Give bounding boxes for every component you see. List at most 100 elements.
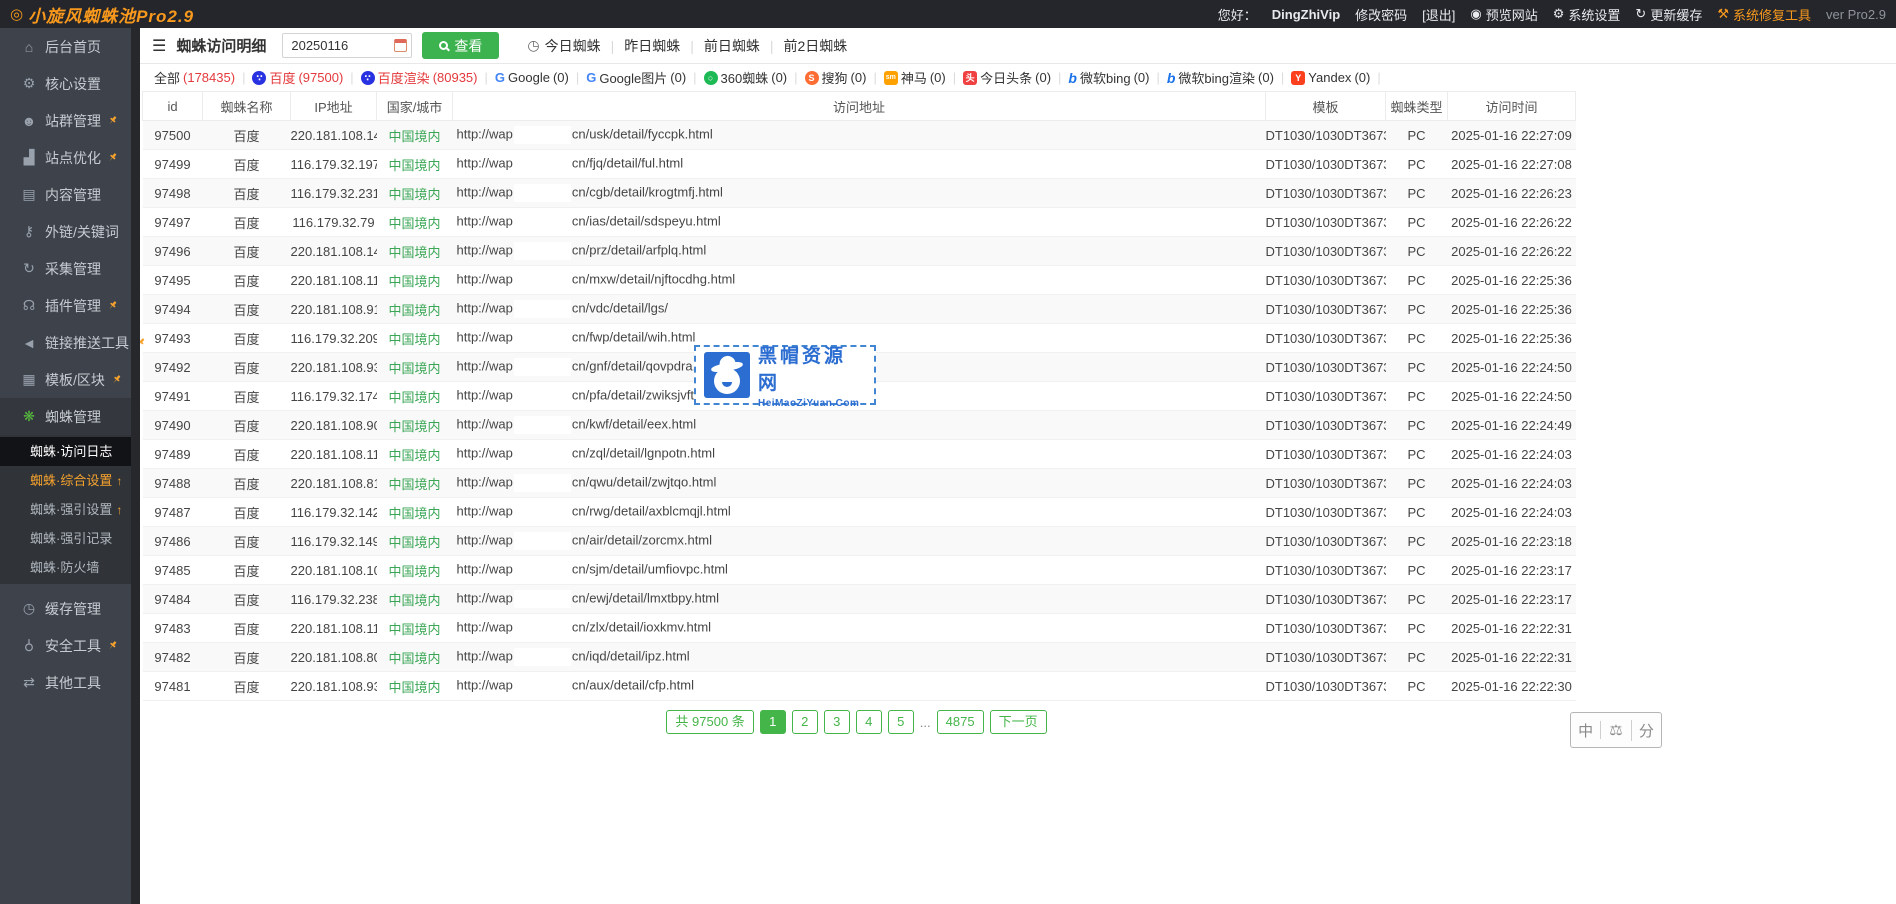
sidebar-item-cache-manage[interactable]: ◷缓存管理 (0, 590, 131, 627)
header-nav-系统修复工具[interactable]: ⚒系统修复工具 (1717, 5, 1811, 24)
filter-label: 微软bing (1080, 68, 1131, 87)
change-password-link[interactable]: 修改密码 (1355, 5, 1407, 24)
cell-template: DT1030/1030DT3673 (1266, 556, 1386, 585)
pagination-next-button[interactable]: 下一页 (990, 710, 1047, 734)
sidebar-item-plugin-manage[interactable]: ☊插件管理 (0, 287, 131, 324)
quick-link-label: 前2日蜘蛛 (784, 36, 848, 56)
cell-visit-time: 2025-01-16 22:23:17 (1448, 556, 1576, 585)
pagination-page-4[interactable]: 4 (856, 710, 882, 734)
sidebar-edge-strip (131, 28, 140, 904)
sidebar-item-security-tools[interactable]: ⚲安全工具 (0, 627, 131, 664)
bulb-icon: ⚲ (21, 637, 37, 654)
cell-id: 97481 (143, 672, 203, 701)
cell-visit-time: 2025-01-16 22:23:17 (1448, 585, 1576, 614)
cell-region: 中国境内 (377, 469, 453, 498)
sidebar-item-other-tools[interactable]: ⇄其他工具 (0, 664, 131, 701)
cell-spider-name: 百度 (203, 121, 291, 150)
separator: | (1281, 70, 1284, 85)
sidebar-item-label: 蜘蛛管理 (45, 407, 101, 427)
quick-link-前日蜘蛛[interactable]: 前日蜘蛛 (694, 36, 770, 56)
pagination-page-5[interactable]: 5 (888, 710, 914, 734)
cell-spider-type: PC (1386, 556, 1448, 585)
page-title: 蜘蛛访问明细 (176, 35, 266, 56)
cell-visit-url: http://wapcn/prz/detail/arfplq.html (453, 237, 1266, 266)
table-row: 97498百度116.179.32.231中国境内http://wapcn/cg… (143, 179, 1576, 208)
sidebar-item-site-group[interactable]: ☻站群管理 (0, 102, 131, 139)
header-nav-更新缓存[interactable]: ↻更新缓存 (1635, 5, 1702, 24)
view-button[interactable]: 查看 (422, 32, 499, 59)
sidebar-subitem-spider-force-settings[interactable]: 蜘蛛·强引设置↑ (0, 495, 131, 524)
sidebar-item-spider-manage[interactable]: ❋ 蜘蛛管理 (0, 398, 131, 435)
stamp-glyph: ⚖ (1600, 721, 1630, 739)
cell-spider-name: 百度 (203, 411, 291, 440)
sidebar-subitem-spider-force-records[interactable]: 蜘蛛·强引记录 (0, 524, 131, 553)
logout-link[interactable]: [退出] (1422, 5, 1455, 24)
cell-template: DT1030/1030DT3673 (1266, 469, 1386, 498)
sidebar-item-site-optimize[interactable]: ▟站点优化 (0, 139, 131, 176)
sidebar-item-dashboard[interactable]: ⌂后台首页 (0, 28, 131, 65)
filter-google[interactable]: GGoogle(0) (495, 70, 569, 85)
cell-spider-name: 百度 (203, 208, 291, 237)
sidebar-subitem-spider-visit-log[interactable]: 蜘蛛·访问日志 (0, 437, 131, 466)
sidebar-item-label: 模板/区块 (45, 370, 105, 390)
cell-id: 97486 (143, 527, 203, 556)
sidebar-item-label: 插件管理 (45, 296, 101, 316)
quick-link-今日蜘蛛[interactable]: ◷今日蜘蛛 (517, 36, 610, 56)
pagination-last-page[interactable]: 4875 (937, 710, 984, 734)
quick-link-前2日蜘蛛[interactable]: 前2日蜘蛛 (774, 36, 858, 56)
sidebar-item-backlink-keywords[interactable]: ⚷外链/关键词 (0, 213, 131, 250)
filter-360-spider[interactable]: ○360蜘蛛(0) (704, 68, 788, 87)
filter-bing[interactable]: b微软bing(0) (1068, 68, 1149, 87)
sidebar-item-link-push-tool[interactable]: ◄链接推送工具 (0, 324, 131, 361)
cell-ip: 220.181.108.93 (291, 672, 377, 701)
sidebar-item-content-manage[interactable]: ▤内容管理 (0, 176, 131, 213)
sidebar-subitem-spider-general-settings[interactable]: 蜘蛛·综合设置↑ (0, 466, 131, 495)
censored-domain (514, 242, 571, 260)
pagination-page-3[interactable]: 3 (824, 710, 850, 734)
date-input[interactable] (282, 33, 412, 58)
bar-chart-icon: ▟ (21, 149, 37, 166)
filter-toutiao[interactable]: 头今日头条(0) (963, 68, 1051, 87)
filter-sogou[interactable]: S搜狗(0) (805, 68, 867, 87)
cell-region: 中国境内 (377, 527, 453, 556)
pagination-page-2[interactable]: 2 (792, 710, 818, 734)
filter-baidu[interactable]: ∵百度(97500) (252, 68, 343, 87)
cell-ip: 220.181.108.80 (291, 643, 377, 672)
cell-spider-type: PC (1386, 324, 1448, 353)
stamp-glyph: 中 (1571, 720, 1600, 741)
cell-id: 97485 (143, 556, 203, 585)
filter-count: (0) (771, 70, 787, 85)
spider-icon: ❋ (21, 408, 37, 425)
quick-link-昨日蜘蛛[interactable]: 昨日蜘蛛 (614, 36, 690, 56)
table-row: 97499百度116.179.32.197中国境内http://wapcn/fj… (143, 150, 1576, 179)
cell-spider-type: PC (1386, 411, 1448, 440)
sidebar-item-label: 核心设置 (45, 74, 101, 94)
calendar-icon[interactable] (394, 39, 407, 52)
sidebar-subitem-spider-firewall[interactable]: 蜘蛛·防火墙 (0, 553, 131, 582)
sidebar-item-core-settings[interactable]: ⚙核心设置 (0, 65, 131, 102)
header-nav-label: 系统设置 (1568, 5, 1620, 24)
cell-visit-time: 2025-01-16 22:22:30 (1448, 672, 1576, 701)
sidebar-item-template-blocks[interactable]: ▦模板/区块 (0, 361, 131, 398)
sidebar-item-collect-manage[interactable]: ↻采集管理 (0, 250, 131, 287)
filter-google-image[interactable]: GGoogle图片(0) (586, 68, 686, 87)
cell-ip: 220.181.108.110 (291, 614, 377, 643)
cell-ip: 116.179.32.79 (291, 208, 377, 237)
cell-id: 97489 (143, 440, 203, 469)
sidebar-item-label: 链接推送工具 (45, 333, 129, 353)
watermark-text: 黑帽资源网 HeiMaoZiYuan.Com (758, 341, 866, 409)
cell-template: DT1030/1030DT3673 (1266, 614, 1386, 643)
filter-yandex[interactable]: YYandex(0) (1291, 70, 1370, 85)
header-nav-系统设置[interactable]: ⚙系统设置 (1553, 5, 1621, 24)
filter-shenma[interactable]: sm神马(0) (884, 68, 946, 87)
cell-visit-time: 2025-01-16 22:25:36 (1448, 266, 1576, 295)
header-nav-label: 系统修复工具 (1733, 5, 1811, 24)
header-nav-预览网站[interactable]: ◉预览网站 (1470, 5, 1537, 24)
cell-id: 97500 (143, 121, 203, 150)
filter-baidu-render[interactable]: ∵百度渲染(80935) (361, 68, 478, 87)
separator: | (873, 70, 876, 85)
filter-bing-render[interactable]: b微软bing渲染(0) (1167, 68, 1274, 87)
filter-all[interactable]: 全部(178435) (154, 68, 235, 87)
cell-visit-url: http://wapcn/zlx/detail/ioxkmv.html (453, 614, 1266, 643)
pagination-page-1[interactable]: 1 (760, 710, 786, 734)
